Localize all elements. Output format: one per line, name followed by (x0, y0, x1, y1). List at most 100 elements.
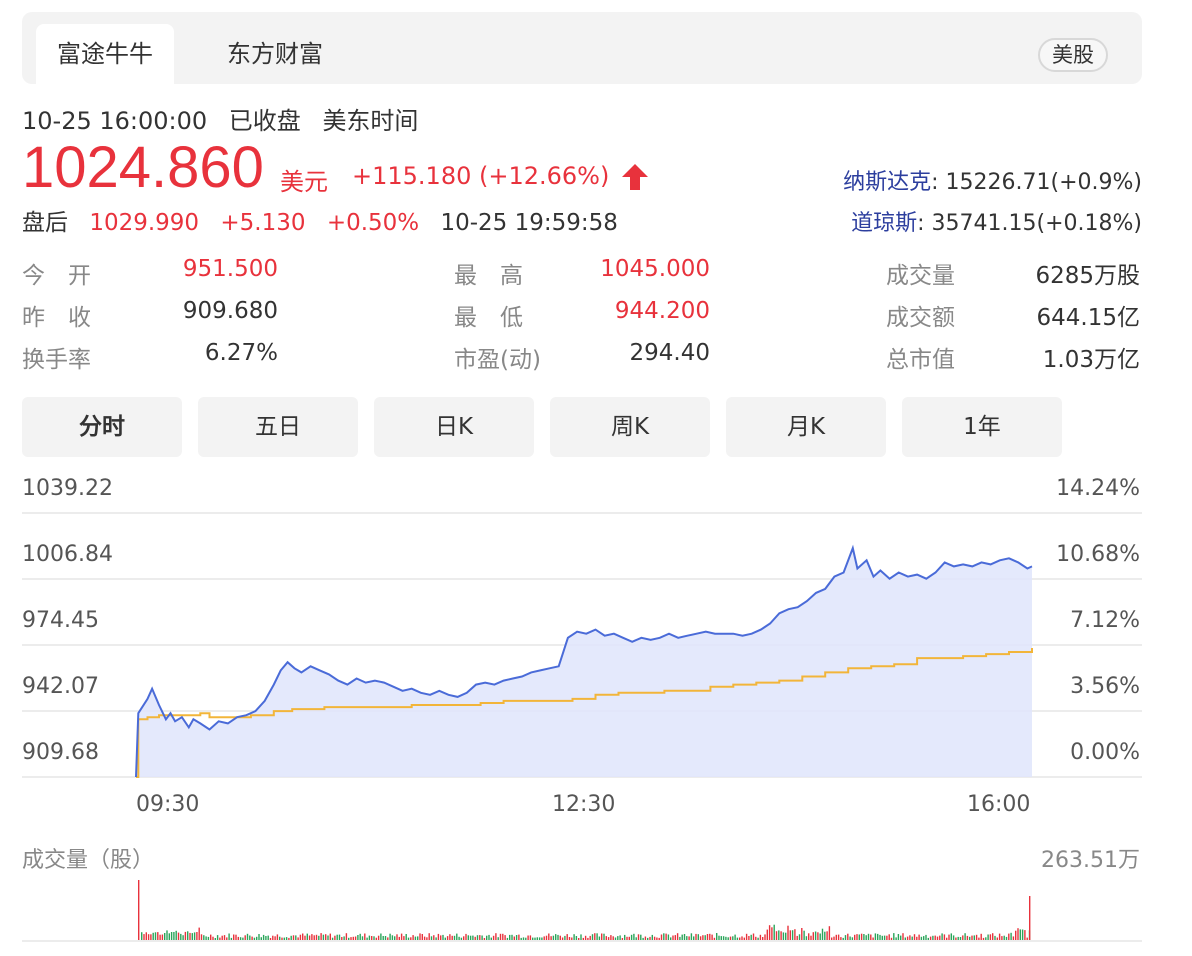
volume-bar (488, 934, 490, 940)
volume-bar (932, 935, 934, 940)
volume-bar (193, 932, 196, 940)
intraday-chart[interactable] (0, 0, 1192, 956)
volume-bar (831, 937, 833, 940)
volume-bar (495, 933, 497, 940)
volume-bar (973, 935, 975, 940)
volume-bar (522, 937, 525, 940)
volume-bar (918, 934, 920, 940)
volume-bar (571, 937, 573, 940)
volume-bar (619, 935, 621, 940)
volume-bar (867, 933, 870, 940)
volume-bar (239, 937, 242, 940)
volume-bar (499, 933, 502, 940)
volume-bar (736, 937, 739, 940)
volume-bar (440, 935, 442, 940)
volume-bar (306, 933, 308, 940)
volume-bar (904, 937, 906, 940)
volume-bar (262, 934, 265, 940)
volume-bar (895, 937, 897, 940)
volume-bar (557, 934, 559, 940)
volume-bar (421, 934, 423, 940)
volume-bar (614, 937, 617, 940)
volume-bar (681, 934, 683, 940)
volume-bar (996, 937, 998, 940)
volume-bar (759, 934, 762, 940)
volume-bar (568, 937, 571, 940)
volume-bar (603, 933, 605, 940)
volume-bar (610, 935, 612, 940)
volume-bar (357, 935, 359, 940)
volume-bar (718, 935, 720, 940)
volume-bar (969, 936, 971, 940)
volume-bar (909, 935, 911, 940)
volume-bar (936, 936, 939, 940)
volume-bar (290, 935, 292, 940)
volume-bar (647, 937, 649, 940)
volume-bar (725, 936, 727, 940)
volume-bar (368, 935, 371, 940)
volume-bar (410, 937, 412, 940)
volume-bar (642, 937, 644, 940)
volume-bar (812, 932, 814, 940)
volume-bar (796, 935, 798, 940)
volume-bar (295, 935, 297, 940)
volume-bar (166, 930, 168, 940)
volume-bar (1005, 936, 1008, 940)
volume-bar (230, 937, 233, 940)
volume-bar (803, 930, 805, 940)
volume-bar (423, 936, 426, 940)
volume-bar (184, 931, 187, 940)
volume-bar (817, 932, 819, 940)
volume-bar (345, 933, 348, 940)
volume-bar (713, 937, 716, 940)
volume-bar (982, 937, 985, 940)
volume-bar (780, 931, 782, 940)
volume-bar (545, 935, 548, 940)
volume-bar (297, 937, 299, 940)
volume-bar (589, 935, 591, 940)
volume-bar (175, 930, 177, 940)
volume-bar (223, 935, 226, 940)
volume-bar (734, 934, 736, 940)
volume-bar (338, 934, 341, 940)
volume-bar (412, 935, 414, 940)
volume-bar (757, 937, 759, 940)
volume-bar (985, 937, 987, 940)
volume-bar (828, 926, 831, 940)
volume-bar (492, 935, 495, 940)
volume-bar (773, 924, 775, 940)
volume-bar (819, 933, 821, 940)
volume-bar (612, 936, 614, 940)
volume-bar (246, 933, 249, 940)
volume-bar (943, 934, 946, 940)
volume-bars (22, 880, 1142, 942)
volume-bar (575, 936, 578, 940)
volume-bar (237, 936, 239, 940)
volume-bar (837, 934, 840, 940)
volume-bar (959, 937, 962, 940)
volume-bar (389, 933, 391, 940)
volume-bar (308, 935, 311, 940)
volume-bar (465, 933, 467, 940)
volume-bar (212, 936, 214, 940)
volume-bar (265, 936, 267, 940)
volume-bar (743, 937, 745, 940)
price-area-fill (136, 548, 1032, 777)
volume-bar (874, 933, 877, 940)
volume-bar (720, 936, 722, 940)
volume-bar (704, 935, 706, 940)
volume-bar (543, 936, 545, 940)
volume-bar (198, 927, 200, 940)
volume-bar (483, 938, 486, 940)
volume-bar (798, 934, 801, 940)
volume-bar (690, 933, 693, 940)
volume-bar (679, 936, 681, 940)
volume-bar (699, 936, 702, 940)
volume-bar (435, 937, 437, 940)
volume-bar (272, 935, 274, 940)
volume-bar (607, 937, 610, 940)
volume-bar (207, 936, 210, 940)
volume-bar (998, 933, 1001, 940)
volume-bar (826, 931, 828, 940)
volume-bar (283, 937, 285, 940)
